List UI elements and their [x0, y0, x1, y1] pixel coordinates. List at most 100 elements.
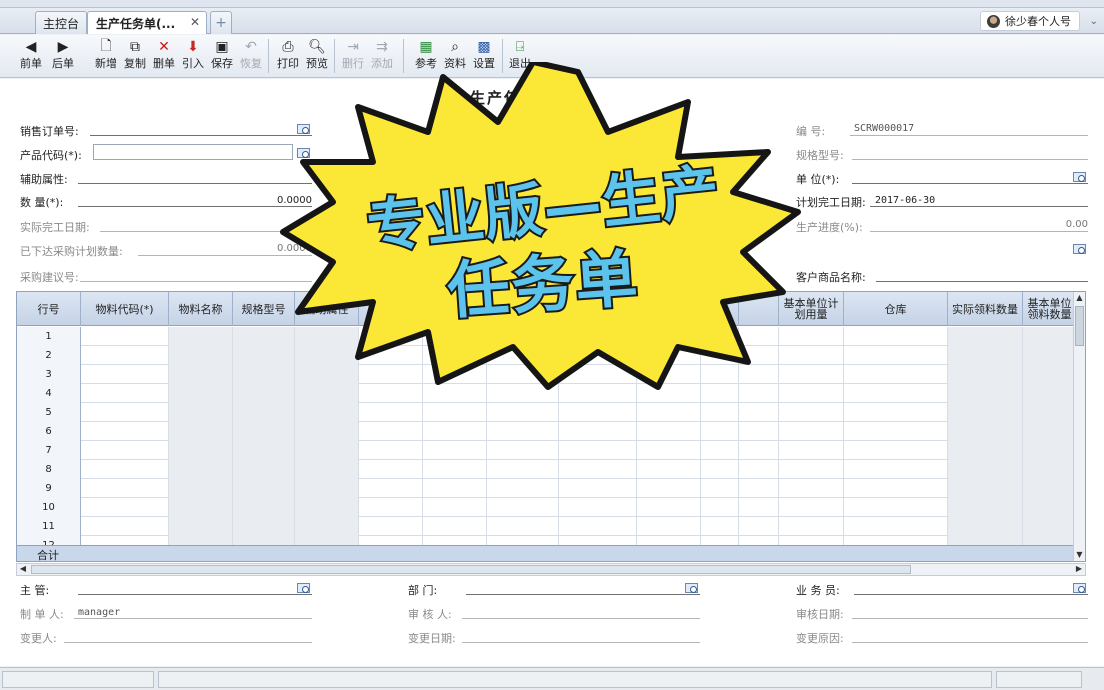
horizontal-scrollbar[interactable]: ◀ ▶ — [16, 563, 1086, 576]
grid-cell[interactable] — [1023, 422, 1077, 441]
grid-cell[interactable] — [81, 365, 169, 384]
grid-cell[interactable] — [559, 517, 637, 536]
grid-cell[interactable] — [295, 498, 359, 517]
supervisor-field[interactable] — [78, 594, 312, 595]
grid-cell[interactable] — [844, 327, 948, 346]
save-button[interactable]: ▣ 保存 — [207, 37, 237, 75]
grid-cell[interactable] — [169, 346, 233, 365]
grid-cell[interactable] — [169, 384, 233, 403]
grid-cell[interactable] — [948, 441, 1023, 460]
grid-cell[interactable] — [487, 422, 559, 441]
grid-cell[interactable] — [233, 479, 295, 498]
grid-cell[interactable] — [948, 422, 1023, 441]
tab-production-task[interactable]: 生产任务单(... ✕ — [87, 11, 207, 34]
grid-cell[interactable] — [487, 441, 559, 460]
grid-cell[interactable] — [81, 403, 169, 422]
grid-cell[interactable] — [487, 403, 559, 422]
grid-cell[interactable] — [637, 441, 701, 460]
grid-cell[interactable] — [487, 498, 559, 517]
grid-cell[interactable] — [169, 441, 233, 460]
grid-cell[interactable] — [701, 441, 739, 460]
grid-cell[interactable] — [1023, 403, 1077, 422]
grid-cell[interactable] — [169, 517, 233, 536]
grid-cell[interactable] — [779, 498, 844, 517]
grid-cell[interactable] — [559, 498, 637, 517]
grid-cell[interactable] — [739, 460, 779, 479]
grid-cell[interactable] — [81, 498, 169, 517]
grid-cell[interactable] — [948, 365, 1023, 384]
grid-cell[interactable] — [233, 498, 295, 517]
prev-button[interactable]: ◀ 前单 — [16, 37, 46, 75]
table-row[interactable]: 5 — [17, 403, 1077, 422]
grid-cell[interactable] — [701, 460, 739, 479]
table-row[interactable]: 7 — [17, 441, 1077, 460]
grid-cell[interactable] — [423, 460, 487, 479]
grid-cell[interactable] — [81, 441, 169, 460]
grid-cell[interactable] — [637, 479, 701, 498]
grid-cell[interactable] — [844, 441, 948, 460]
grid-cell[interactable] — [295, 441, 359, 460]
grid-cell[interactable] — [779, 422, 844, 441]
grid-cell[interactable] — [559, 460, 637, 479]
scroll-right-icon[interactable]: ▶ — [1073, 564, 1085, 575]
plan-finish-field[interactable] — [870, 206, 1088, 207]
lookup-icon[interactable] — [296, 582, 311, 594]
grid-cell[interactable] — [844, 422, 948, 441]
grid-cell[interactable] — [948, 384, 1023, 403]
table-row[interactable]: 6 — [17, 422, 1077, 441]
grid-header-cell[interactable]: 物料名称 — [169, 292, 233, 326]
grid-cell[interactable] — [637, 460, 701, 479]
grid-cell[interactable] — [701, 498, 739, 517]
grid-cell[interactable] — [844, 517, 948, 536]
scroll-thumb[interactable] — [1075, 306, 1084, 346]
grid-cell[interactable] — [1023, 460, 1077, 479]
grid-cell[interactable] — [637, 422, 701, 441]
grid-cell[interactable] — [701, 403, 739, 422]
grid-header-cell[interactable]: 物料代码(*) — [81, 292, 169, 326]
grid-cell[interactable] — [844, 498, 948, 517]
grid-cell[interactable] — [739, 498, 779, 517]
grid-cell[interactable] — [169, 403, 233, 422]
grid-cell[interactable] — [169, 479, 233, 498]
grid-cell[interactable] — [779, 517, 844, 536]
grid-cell[interactable] — [487, 460, 559, 479]
delete-button[interactable]: ✕ 删单 — [149, 37, 179, 75]
grid-cell[interactable] — [359, 460, 423, 479]
grid-cell[interactable] — [359, 498, 423, 517]
grid-cell[interactable] — [844, 479, 948, 498]
grid-cell[interactable] — [169, 422, 233, 441]
lookup-icon[interactable] — [684, 582, 699, 594]
grid-cell[interactable] — [487, 517, 559, 536]
copy-button[interactable]: ⧉ 复制 — [120, 37, 150, 75]
user-badge[interactable]: 徐少春个人号 — [980, 11, 1080, 31]
grid-cell[interactable] — [844, 460, 948, 479]
grid-cell[interactable] — [81, 517, 169, 536]
grid-header-cell[interactable]: 仓库 — [844, 292, 948, 326]
grid-cell[interactable] — [948, 460, 1023, 479]
grid-cell[interactable] — [295, 422, 359, 441]
grid-header-cell[interactable]: 基本单位领料数量 — [1023, 292, 1077, 326]
grid-cell[interactable] — [559, 403, 637, 422]
grid-cell[interactable] — [948, 403, 1023, 422]
grid-cell[interactable] — [701, 479, 739, 498]
grid-cell[interactable] — [1023, 327, 1077, 346]
grid-cell[interactable] — [359, 441, 423, 460]
grid-cell[interactable] — [1023, 365, 1077, 384]
restore-button[interactable]: ↶ 恢复 — [236, 37, 266, 75]
grid-cell[interactable] — [844, 384, 948, 403]
grid-cell[interactable] — [487, 479, 559, 498]
grid-cell[interactable] — [1023, 346, 1077, 365]
scroll-down-icon[interactable]: ▼ — [1074, 550, 1085, 561]
grid-cell[interactable] — [233, 441, 295, 460]
grid-cell[interactable] — [423, 517, 487, 536]
scroll-thumb[interactable] — [31, 565, 911, 574]
grid-header-cell[interactable]: 实际领料数量 — [948, 292, 1023, 326]
grid-cell[interactable] — [779, 460, 844, 479]
lookup-icon[interactable] — [1072, 582, 1087, 594]
close-icon[interactable]: ✕ — [190, 15, 200, 29]
grid-cell[interactable] — [779, 403, 844, 422]
scroll-left-icon[interactable]: ◀ — [17, 564, 29, 575]
salesman-field[interactable] — [854, 594, 1088, 595]
grid-cell[interactable] — [1023, 517, 1077, 536]
grid-cell[interactable] — [637, 498, 701, 517]
